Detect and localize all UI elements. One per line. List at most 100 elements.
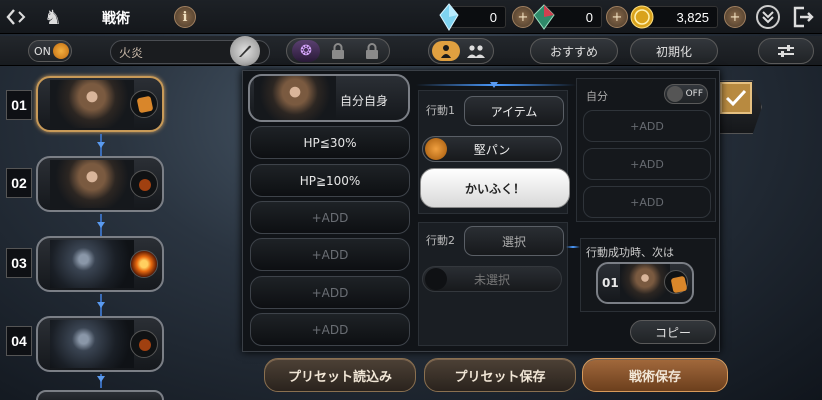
slot-card-04[interactable] <box>36 316 164 372</box>
save-tactics-button[interactable]: 戦術保存 <box>582 358 728 392</box>
beast-portrait <box>50 320 134 368</box>
save-tactics-label: 戦術保存 <box>628 369 681 385</box>
currency-value-2: 0 <box>585 9 593 25</box>
hero-portrait <box>50 160 134 208</box>
chess-knight-icon: ♞ <box>44 5 62 29</box>
condition-1[interactable]: HP≦30% <box>250 126 410 159</box>
condition-2[interactable]: HP≧100% <box>250 164 410 197</box>
recommend-button[interactable]: おすすめ <box>530 38 618 64</box>
reset-button[interactable]: 初期化 <box>630 38 718 64</box>
add-label: +ADD <box>311 210 349 225</box>
self-add-2[interactable]: +ADD <box>583 148 711 180</box>
hero-portrait <box>50 80 134 128</box>
unselected-label: 未選択 <box>473 272 510 287</box>
copy-label: コピー <box>654 325 691 340</box>
selected-item-button[interactable]: 堅パン <box>422 136 562 162</box>
beast-portrait <box>50 240 134 288</box>
preset-slot-1-tab[interactable]: ❂ <box>292 40 320 62</box>
add-label: +ADD <box>311 285 349 300</box>
info-button[interactable]: i <box>174 6 196 28</box>
slot-card-01[interactable] <box>36 76 164 132</box>
info-icon: i <box>182 9 188 25</box>
exit-button[interactable] <box>790 4 816 30</box>
blue-crystal-icon <box>439 3 459 31</box>
orb-item-icon <box>130 170 158 198</box>
fire-item-icon <box>130 250 158 278</box>
slot-card-03[interactable] <box>36 236 164 292</box>
currency-value-1: 0 <box>489 9 497 25</box>
back-chevron-icon <box>6 9 26 25</box>
condition-add-2[interactable]: +ADD <box>250 238 410 271</box>
next-link-line <box>566 246 580 248</box>
add-currency-2-button[interactable]: + <box>606 6 628 28</box>
single-mode-button[interactable] <box>432 41 460 61</box>
feather-pen-icon <box>239 45 251 57</box>
hero-portrait <box>254 76 336 120</box>
next-slot-card[interactable]: 01 <box>596 262 694 304</box>
load-preset-button[interactable]: プリセット読込み <box>264 358 416 392</box>
self-label: 自分 <box>586 90 608 103</box>
save-preset-label: プリセット保存 <box>454 369 546 385</box>
add-currency-3-button[interactable]: + <box>724 6 746 28</box>
person-icon <box>441 45 451 58</box>
bread-item-icon <box>425 138 447 160</box>
sliders-icon <box>778 45 794 57</box>
checkmark-icon <box>725 89 747 107</box>
edit-name-button[interactable] <box>230 36 260 66</box>
group-mode-button[interactable] <box>462 41 490 61</box>
action-2-type-button[interactable]: 選択 <box>464 226 564 256</box>
action-1-type-button[interactable]: アイテム <box>464 96 564 126</box>
self-add-3[interactable]: +ADD <box>583 186 711 218</box>
toggle-knob <box>667 86 683 102</box>
unselected-item-button[interactable]: 未選択 <box>422 266 562 292</box>
settings-sliders-button[interactable] <box>758 38 814 64</box>
condition-add-3[interactable]: +ADD <box>250 276 410 309</box>
save-preset-button[interactable]: プリセット保存 <box>424 358 576 392</box>
action-2-label: 行動2 <box>426 234 455 247</box>
target-card[interactable]: 自分自身 <box>248 74 410 122</box>
swirl-emblem-icon: ❂ <box>300 43 312 59</box>
slot-number-03: 03 <box>6 248 32 278</box>
bread-item-icon <box>664 270 688 294</box>
slot-number-04: 04 <box>6 326 32 356</box>
exit-icon <box>793 6 814 28</box>
recommend-label: おすすめ <box>549 44 598 59</box>
enable-checkbox[interactable] <box>720 82 752 114</box>
download-button[interactable] <box>756 5 780 29</box>
back-button[interactable] <box>4 6 28 28</box>
load-preset-label: プリセット読込み <box>287 369 392 385</box>
flow-arrow-icon <box>490 82 498 88</box>
condition-2-label: HP≧100% <box>299 173 361 188</box>
hero-portrait <box>620 264 670 302</box>
action-1-label: 行動1 <box>426 104 455 117</box>
next-label: 行動成功時、次は <box>586 246 674 259</box>
self-toggle[interactable]: OFF <box>664 84 708 104</box>
connector-arrow-icon <box>97 302 105 308</box>
lock-icon <box>332 43 344 59</box>
locked-slot-2 <box>328 40 348 62</box>
target-label: 自分自身 <box>339 94 388 108</box>
copy-button[interactable]: コピー <box>630 320 716 344</box>
slot-card-02[interactable] <box>36 156 164 212</box>
slot-card-05-partial[interactable] <box>36 390 164 400</box>
add-label: +ADD <box>630 157 664 171</box>
empty-item-slot-icon <box>425 268 447 290</box>
locked-slot-3 <box>362 40 382 62</box>
slot-number-02: 02 <box>6 168 32 198</box>
lock-icon <box>366 43 378 59</box>
condition-add-1[interactable]: +ADD <box>250 201 410 234</box>
add-label: +ADD <box>311 247 349 262</box>
reset-label: 初期化 <box>655 44 692 59</box>
group-icon <box>467 45 485 58</box>
connector-arrow-icon <box>97 142 105 148</box>
bread-item-icon <box>130 90 158 118</box>
condition-add-4[interactable]: +ADD <box>250 313 410 346</box>
red-green-crystal-icon <box>533 4 555 30</box>
connector-arrow-icon <box>97 376 105 382</box>
gold-coin-icon <box>630 5 654 29</box>
add-currency-1-button[interactable]: + <box>512 6 534 28</box>
add-label: +ADD <box>630 119 664 133</box>
preset-toggle[interactable]: ON <box>28 40 72 62</box>
self-add-1[interactable]: +ADD <box>583 110 711 142</box>
toggle-knob <box>53 43 69 59</box>
